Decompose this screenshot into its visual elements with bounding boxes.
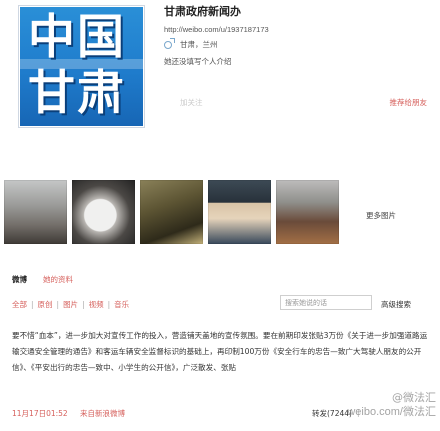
tab-bar: 微博 她的资料 bbox=[12, 274, 73, 285]
filter-separator: | bbox=[56, 300, 60, 309]
advanced-search-link[interactable]: 高级搜索 bbox=[381, 299, 411, 310]
avatar-logo-text: 中国甘肃 bbox=[28, 10, 126, 121]
avatar-image: 中国甘肃 bbox=[20, 7, 143, 126]
filter-music[interactable]: 音乐 bbox=[114, 299, 129, 310]
filter-separator: | bbox=[82, 300, 85, 309]
watermark-url: weibo.com/微法汇 bbox=[347, 406, 436, 418]
gender-icon bbox=[164, 37, 175, 49]
watermark: @微法汇 weibo.com/微法汇 bbox=[325, 390, 440, 431]
photo-thumbnail[interactable] bbox=[72, 180, 135, 244]
filter-all[interactable]: 全部 bbox=[12, 299, 27, 310]
follow-button[interactable]: 加关注 bbox=[180, 97, 203, 108]
tab-weibo[interactable]: 微博 bbox=[12, 274, 27, 285]
filter-separator: | bbox=[31, 300, 34, 309]
photo-thumbnail[interactable] bbox=[140, 180, 203, 244]
photo-thumbnail[interactable] bbox=[276, 180, 339, 244]
photo-thumbnail[interactable] bbox=[4, 180, 67, 244]
search-input[interactable]: 搜索她说的话 bbox=[280, 295, 372, 310]
filter-row: 全部 | 原创 | 图片 | 视频 | 音乐 bbox=[12, 299, 129, 310]
location-row: 甘肃，兰州 bbox=[164, 37, 218, 50]
photo-thumbnail[interactable] bbox=[208, 180, 271, 244]
recommend-link[interactable]: 推荐给朋友 bbox=[390, 97, 428, 108]
user-name[interactable]: 甘肃政府新闻办 bbox=[164, 3, 241, 19]
post-time[interactable]: 11月17日01:52 bbox=[12, 408, 68, 419]
filter-original[interactable]: 原创 bbox=[38, 299, 53, 310]
user-url[interactable]: http://weibo.com/u/1937187173 bbox=[164, 25, 269, 34]
filter-images[interactable]: 图片 bbox=[63, 299, 78, 310]
post-source[interactable]: 来自新浪微博 bbox=[80, 408, 125, 419]
filter-videos[interactable]: 视频 bbox=[89, 299, 104, 310]
more-photos-link[interactable]: 更多图片 bbox=[366, 210, 396, 221]
profile-header: 中国甘肃 甘肃政府新闻办 http://weibo.com/u/19371871… bbox=[0, 0, 440, 170]
filter-separator: | bbox=[107, 300, 111, 309]
location-text: 甘肃，兰州 bbox=[180, 40, 218, 49]
watermark-brand: @微法汇 bbox=[392, 391, 436, 404]
post-text: 要不惜“血本”，进一步加大对宣传工作的投入，营造铺天盖地的宣传氛围。要在前期印发… bbox=[12, 331, 428, 372]
tab-profile[interactable]: 她的资料 bbox=[43, 274, 73, 285]
bio-text: 她还没填写个人介绍 bbox=[164, 57, 232, 66]
avatar[interactable]: 中国甘肃 bbox=[18, 5, 145, 128]
